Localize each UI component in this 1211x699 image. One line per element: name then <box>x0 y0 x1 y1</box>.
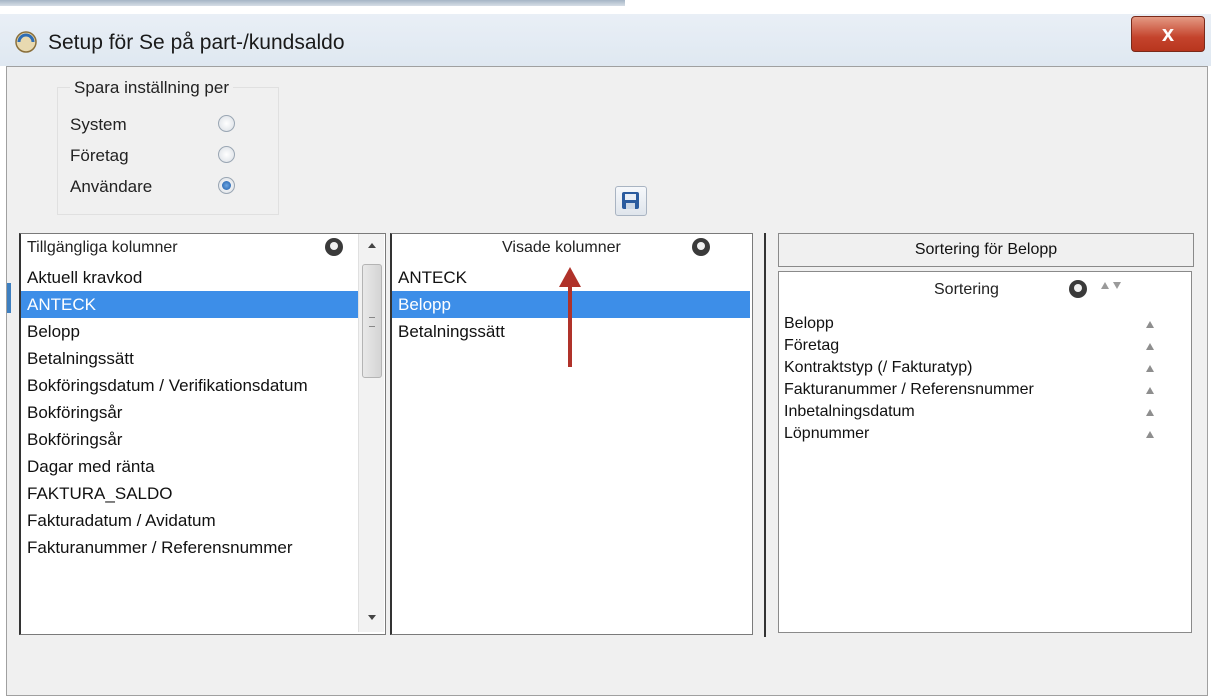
available-columns-list[interactable]: Tillgängliga kolumner Aktuell kravkod AN… <box>19 233 386 635</box>
list-item[interactable]: Fakturadatum / Avidatum <box>21 507 358 534</box>
sort-item-label: Löpnummer <box>784 425 870 442</box>
list-item[interactable]: Fakturanummer / Referensnummer <box>21 534 358 561</box>
sort-item-label: Kontraktstyp (/ Fakturatyp) <box>784 359 973 376</box>
save-settings-group: Spara inställning per System Företag Anv… <box>57 78 279 215</box>
available-columns-title: Tillgängliga kolumner <box>27 239 178 256</box>
setup-window: Setup för Se på part-/kundsaldo x Spara … <box>0 0 1211 699</box>
scrollbar-thumb[interactable] <box>362 264 382 378</box>
window-title: Setup för Se på part-/kundsaldo <box>48 31 345 54</box>
list-item[interactable]: Bokföringsår <box>21 399 358 426</box>
save-settings-label: Spara inställning per <box>70 78 233 98</box>
list-item[interactable]: ANTECK <box>21 291 358 318</box>
title-bar: Setup för Se på part-/kundsaldo x <box>0 14 1211 66</box>
remove-sort-icon[interactable] <box>1069 280 1087 298</box>
close-button[interactable]: x <box>1131 16 1205 52</box>
scroll-down-icon[interactable] <box>359 606 384 632</box>
sorting-tab[interactable]: Sortering för Belopp <box>778 233 1194 267</box>
vertical-scrollbar[interactable] <box>358 234 384 632</box>
sorting-list[interactable]: Sortering Belopp Företag Kontraktstyp (/… <box>778 271 1192 633</box>
app-icon <box>15 31 37 53</box>
move-right-icon[interactable] <box>325 238 343 256</box>
list-item[interactable]: Bokföringsdatum / Verifikationsdatum <box>21 372 358 399</box>
shown-columns-header: Visade kolumner <box>392 234 752 262</box>
sort-item-label: Inbetalningsdatum <box>784 403 915 420</box>
list-item[interactable]: Dagar med ränta <box>21 453 358 480</box>
list-item[interactable]: Betalningssätt <box>21 345 358 372</box>
sort-item-label: Fakturanummer / Referensnummer <box>784 381 1034 398</box>
scroll-up-icon[interactable] <box>359 234 384 260</box>
list-item[interactable]: Bokföringsår <box>21 426 358 453</box>
sorting-title: Sortering <box>934 281 999 298</box>
radio-user[interactable] <box>218 177 235 194</box>
floppy-disk-icon <box>622 192 639 209</box>
side-marker <box>7 283 11 313</box>
option-label: Företag <box>70 146 129 165</box>
sort-item[interactable]: Fakturanummer / Referensnummer <box>784 379 1174 401</box>
option-system[interactable]: System <box>70 112 260 138</box>
ascending-icon[interactable] <box>1146 431 1154 438</box>
annotation-arrow-icon <box>559 267 581 367</box>
sorting-area: Sortering för Belopp Sortering Belopp Fö… <box>764 233 1194 637</box>
option-user[interactable]: Användare <box>70 174 260 200</box>
sort-item-label: Företag <box>784 337 840 354</box>
list-item[interactable]: Belopp <box>21 318 358 345</box>
dialog-body: Spara inställning per System Företag Anv… <box>6 66 1208 696</box>
option-company[interactable]: Företag <box>70 143 260 169</box>
sort-item-label: Belopp <box>784 315 834 332</box>
sort-item[interactable]: Belopp <box>784 313 1174 335</box>
ascending-icon[interactable] <box>1146 409 1154 416</box>
sort-item[interactable]: Inbetalningsdatum <box>784 401 1174 423</box>
ascending-icon[interactable] <box>1146 343 1154 350</box>
sort-item[interactable]: Företag <box>784 335 1174 357</box>
radio-company[interactable] <box>218 146 235 163</box>
move-left-icon[interactable] <box>692 238 710 256</box>
list-item[interactable]: Aktuell kravkod <box>21 264 358 291</box>
radio-system[interactable] <box>218 115 235 132</box>
option-label: Användare <box>70 177 153 196</box>
shown-columns-title: Visade kolumner <box>502 239 621 256</box>
save-button[interactable] <box>615 186 647 216</box>
background-strip <box>0 0 1211 14</box>
list-item[interactable]: FAKTURA_SALDO <box>21 480 358 507</box>
sort-item[interactable]: Kontraktstyp (/ Fakturatyp) <box>784 357 1174 379</box>
option-label: System <box>70 115 127 134</box>
ascending-icon[interactable] <box>1146 321 1154 328</box>
available-columns-header: Tillgängliga kolumner <box>21 234 385 262</box>
ascending-icon[interactable] <box>1146 387 1154 394</box>
sort-descending-icon[interactable] <box>1113 282 1121 289</box>
sort-ascending-icon[interactable] <box>1101 282 1109 289</box>
sort-item[interactable]: Löpnummer <box>784 423 1174 445</box>
ascending-icon[interactable] <box>1146 365 1154 372</box>
